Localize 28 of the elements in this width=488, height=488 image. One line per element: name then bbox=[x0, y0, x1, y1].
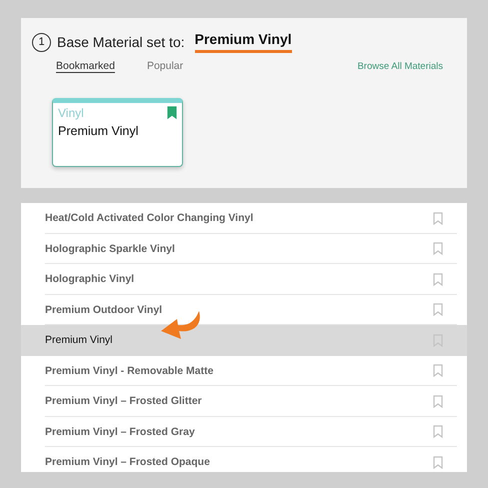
bookmark-icon[interactable] bbox=[433, 303, 443, 316]
tab[interactable]: Bookmarked bbox=[56, 60, 115, 72]
material-name: Holographic Sparkle Vinyl bbox=[45, 242, 175, 255]
material-name: Heat/Cold Activated Color Changing Vinyl bbox=[45, 212, 254, 224]
browse-materials-link[interactable]: Browse All Materials bbox=[357, 60, 443, 72]
card-material-name: Premium Vinyl bbox=[58, 124, 140, 138]
material-name: Holographic Vinyl bbox=[45, 273, 134, 286]
material-name: Premium Vinyl – Frosted Gray bbox=[45, 426, 195, 438]
bookmark-icon[interactable] bbox=[433, 212, 443, 225]
bookmark-icon[interactable] bbox=[433, 242, 443, 256]
base-material-label: Base Material set to: bbox=[57, 34, 185, 50]
card-category: Vinyl bbox=[58, 106, 84, 120]
material-name: Premium Vinyl – Frosted Opaque bbox=[45, 456, 210, 468]
bookmark-icon[interactable] bbox=[433, 456, 443, 469]
bookmark-icon[interactable] bbox=[433, 394, 443, 408]
material-card[interactable]: Vinyl Premium Vinyl bbox=[52, 98, 183, 167]
material-name: Premium Outdoor Vinyl bbox=[45, 304, 162, 316]
bookmark-icon[interactable] bbox=[433, 272, 443, 286]
bookmark-icon[interactable] bbox=[167, 106, 177, 119]
material-name: Premium Vinyl – Frosted Glitter bbox=[45, 395, 202, 408]
bookmark-icon[interactable] bbox=[433, 364, 443, 378]
tab[interactable]: Popular bbox=[146, 60, 184, 72]
material-name: Premium Vinyl - Removable Matte bbox=[45, 364, 214, 377]
step-number: 1 bbox=[32, 32, 51, 52]
bookmark-icon[interactable] bbox=[433, 425, 443, 438]
base-material-value: Premium Vinyl bbox=[194, 31, 292, 53]
material-row[interactable]: Premium Vinyl bbox=[21, 325, 467, 356]
material-name: Premium Vinyl bbox=[45, 334, 112, 346]
